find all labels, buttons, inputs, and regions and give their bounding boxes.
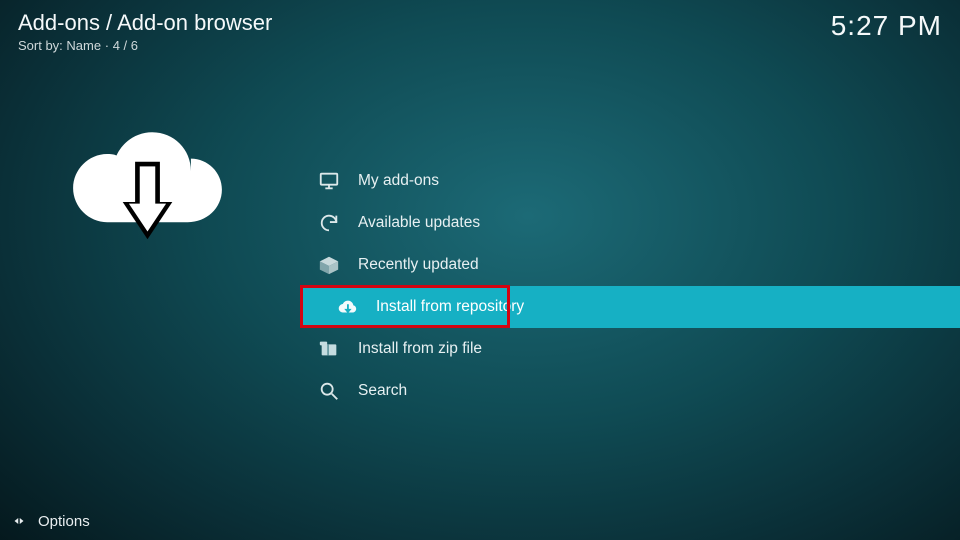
sort-line: Sort by: Name · 4 / 6 [18,38,272,53]
list-position: 4 / 6 [113,38,138,53]
menu-item-label: Install from zip file [358,340,482,358]
header-left: Add-ons / Add-on browser Sort by: Name ·… [18,10,272,53]
menu: My add-ons Available updates Recently up… [300,160,960,412]
cloud-download-large-icon [70,115,225,255]
sort-value: Name [66,38,101,53]
clock: 5:27 PM [831,10,942,42]
open-box-icon [318,254,340,276]
search-icon [318,380,340,402]
monitor-icon [318,170,340,192]
refresh-icon [318,212,340,234]
menu-item-available-updates[interactable]: Available updates [300,202,960,244]
cloud-download-icon [336,296,358,318]
zip-file-icon [318,338,340,360]
menu-item-label: My add-ons [358,172,439,190]
breadcrumb: Add-ons / Add-on browser [18,10,272,36]
footer-options[interactable]: Options [10,512,90,530]
menu-item-label: Recently updated [358,256,479,274]
menu-item-install-from-zip[interactable]: Install from zip file [300,328,960,370]
menu-item-label: Install from repository [376,298,524,316]
sort-separator: · [105,38,113,53]
menu-item-my-addons[interactable]: My add-ons [300,160,960,202]
header: Add-ons / Add-on browser Sort by: Name ·… [18,10,942,53]
menu-item-recently-updated[interactable]: Recently updated [300,244,960,286]
sort-label: Sort by: [18,38,63,53]
menu-item-install-from-repository[interactable]: Install from repository [300,286,960,328]
menu-item-search[interactable]: Search [300,370,960,412]
options-label: Options [38,513,90,530]
options-arrows-icon [10,512,28,530]
menu-item-label: Available updates [358,214,480,232]
menu-item-label: Search [358,382,407,400]
